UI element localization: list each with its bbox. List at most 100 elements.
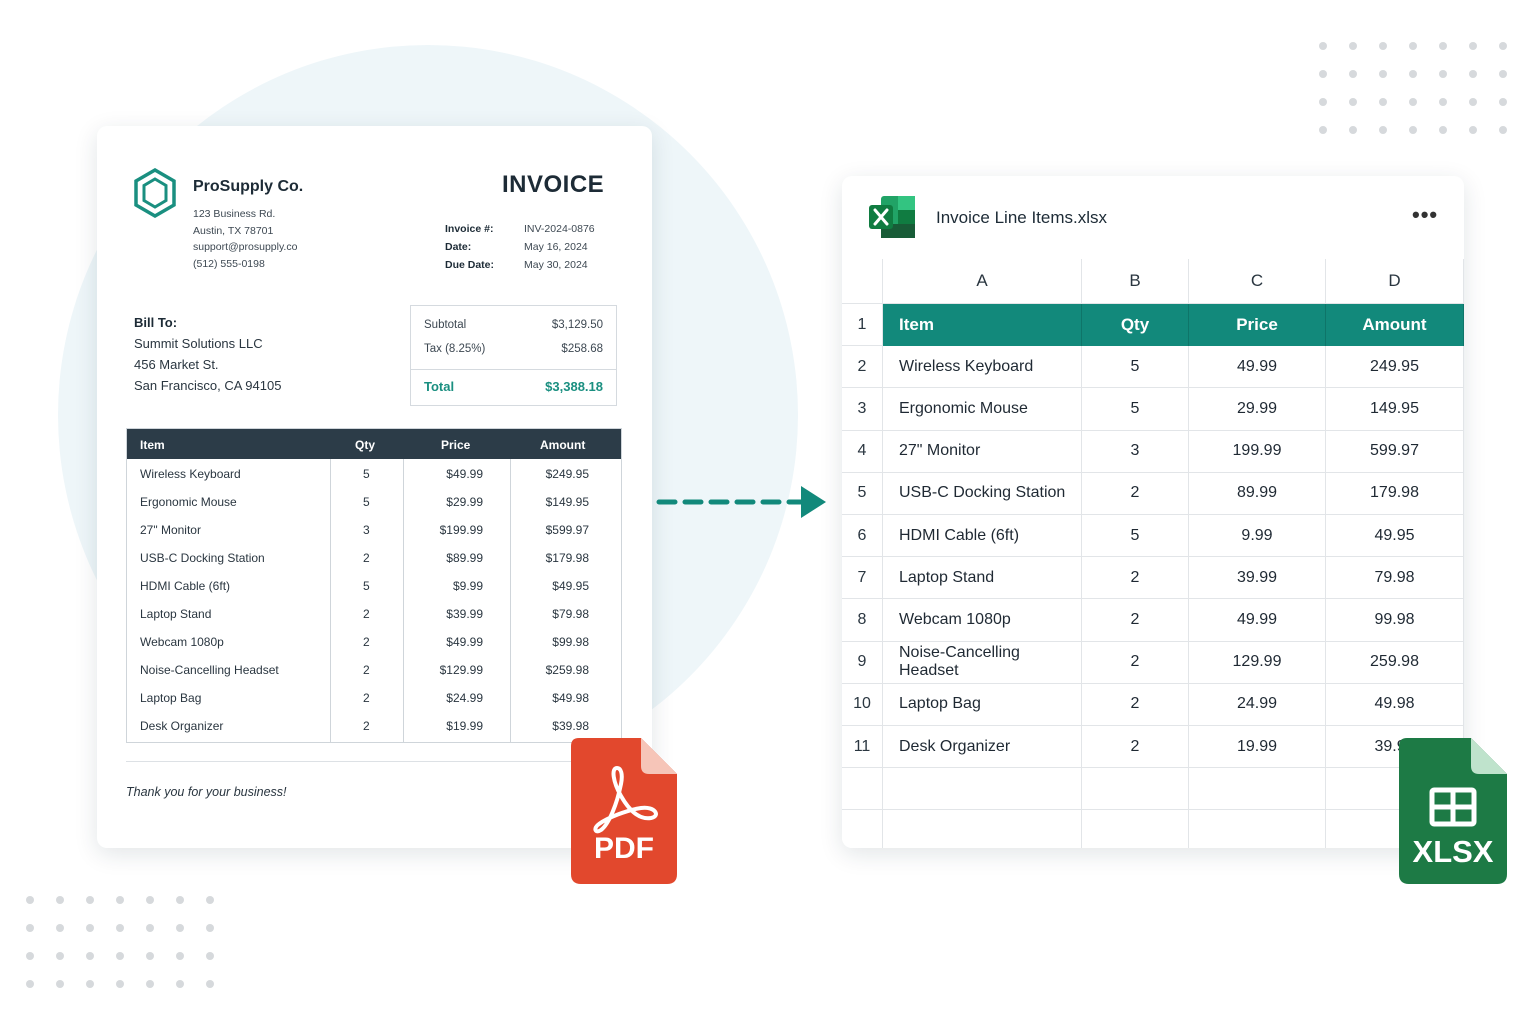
- column-letter[interactable]: C: [1189, 259, 1326, 304]
- decor-dot: [56, 896, 64, 904]
- decor-dot: [116, 896, 124, 904]
- grid-cell[interactable]: [883, 768, 1082, 811]
- grid-cell[interactable]: 3: [1082, 430, 1189, 473]
- more-options-button[interactable]: •••: [1412, 202, 1438, 228]
- grid-cell[interactable]: 129.99: [1189, 641, 1326, 684]
- row-number[interactable]: 6: [842, 515, 883, 558]
- grid-cell[interactable]: Desk Organizer: [883, 726, 1082, 769]
- grid-cell[interactable]: 2: [1082, 557, 1189, 600]
- table-cell: Noise-Cancelling Headset: [140, 663, 279, 677]
- grid-cell[interactable]: [1082, 810, 1189, 848]
- row-number[interactable]: 3: [842, 388, 883, 431]
- grid-cell[interactable]: 2: [1082, 683, 1189, 726]
- decor-dot: [1319, 70, 1327, 78]
- grid-cell[interactable]: 29.99: [1189, 388, 1326, 431]
- grid-cell[interactable]: 49.98: [1326, 683, 1464, 726]
- table-cell: $39.98: [552, 719, 589, 733]
- grid-cell[interactable]: 259.98: [1326, 641, 1464, 684]
- grid-cell[interactable]: 199.99: [1189, 430, 1326, 473]
- grid-cell[interactable]: Noise-Cancelling Headset: [883, 641, 1082, 684]
- grid-cell[interactable]: 179.98: [1326, 472, 1464, 515]
- row-number[interactable]: 8: [842, 599, 883, 642]
- decor-dot: [1379, 126, 1387, 134]
- table-cell: $19.99: [446, 719, 483, 733]
- grid-cell[interactable]: Laptop Bag: [883, 683, 1082, 726]
- row-number[interactable]: [842, 768, 883, 811]
- meta-key: Date:: [445, 241, 472, 253]
- column-header: Qty: [355, 438, 376, 452]
- bill-to-line: Summit Solutions LLC: [134, 336, 263, 351]
- row-number[interactable]: 11: [842, 726, 883, 769]
- header-cell[interactable]: Price: [1189, 304, 1326, 347]
- grid-cell[interactable]: [1189, 768, 1326, 811]
- grid-cell[interactable]: 9.99: [1189, 515, 1326, 558]
- row-number[interactable]: 1: [842, 304, 883, 347]
- grid-cell[interactable]: 27" Monitor: [883, 430, 1082, 473]
- address-line: Austin, TX 78701: [193, 224, 274, 237]
- meta-value: INV-2024-0876: [524, 223, 595, 235]
- grid-cell[interactable]: 39.99: [1189, 557, 1326, 600]
- grid-cell[interactable]: 2: [1082, 599, 1189, 642]
- totals-divider: [411, 369, 616, 370]
- bill-to: Bill To: Summit Solutions LLC 456 Market…: [134, 312, 281, 396]
- tax-label: Tax (8.25%): [424, 343, 486, 355]
- hexagon-logo-icon: [134, 168, 176, 218]
- header-cell[interactable]: Qty: [1082, 304, 1189, 347]
- decor-dot: [1439, 42, 1447, 50]
- address-line: 123 Business Rd.: [193, 208, 276, 220]
- header-cell[interactable]: Amount: [1326, 304, 1464, 347]
- footer-divider: [126, 761, 620, 762]
- meta-value: May 16, 2024: [524, 241, 588, 253]
- grid-cell[interactable]: HDMI Cable (6ft): [883, 515, 1082, 558]
- decor-dot: [86, 924, 94, 932]
- decor-dot: [1409, 70, 1417, 78]
- grid-cell[interactable]: [1082, 768, 1189, 811]
- grid-cell[interactable]: 89.99: [1189, 472, 1326, 515]
- grid-cell[interactable]: USB-C Docking Station: [883, 472, 1082, 515]
- table-cell: 2: [363, 663, 370, 677]
- grid-cell[interactable]: 2: [1082, 726, 1189, 769]
- grid-cell[interactable]: 99.98: [1326, 599, 1464, 642]
- decor-dot: [1469, 98, 1477, 106]
- row-number[interactable]: 4: [842, 430, 883, 473]
- grid-cell[interactable]: Webcam 1080p: [883, 599, 1082, 642]
- grid-cell[interactable]: 599.97: [1326, 430, 1464, 473]
- column-letter[interactable]: D: [1326, 259, 1464, 304]
- column-header: Price: [441, 438, 471, 452]
- grid-cell[interactable]: 5: [1082, 346, 1189, 389]
- grid-cell[interactable]: 2: [1082, 472, 1189, 515]
- grid-cell[interactable]: 19.99: [1189, 726, 1326, 769]
- header-cell[interactable]: Item: [883, 304, 1082, 347]
- grid-cell[interactable]: 249.95: [1326, 346, 1464, 389]
- grid-cell[interactable]: [883, 810, 1082, 848]
- grid-cell[interactable]: 49.95: [1326, 515, 1464, 558]
- column-letter[interactable]: A: [883, 259, 1082, 304]
- table-cell: Laptop Stand: [140, 607, 212, 621]
- decor-dot: [1319, 42, 1327, 50]
- column-letter[interactable]: B: [1082, 259, 1189, 304]
- grid-cell[interactable]: Ergonomic Mouse: [883, 388, 1082, 431]
- grid-cell[interactable]: [1189, 810, 1326, 848]
- row-number[interactable]: 2: [842, 346, 883, 389]
- grid-cell[interactable]: 5: [1082, 388, 1189, 431]
- table-cell: $599.97: [545, 523, 589, 537]
- row-number[interactable]: 7: [842, 557, 883, 600]
- row-number[interactable]: [842, 810, 883, 848]
- decor-dot: [1469, 42, 1477, 50]
- grid-cell[interactable]: Laptop Stand: [883, 557, 1082, 600]
- grid-cell[interactable]: Wireless Keyboard: [883, 346, 1082, 389]
- grid-cell[interactable]: 2: [1082, 641, 1189, 684]
- grid-cell[interactable]: 49.99: [1189, 599, 1326, 642]
- grid-cell[interactable]: 24.99: [1189, 683, 1326, 726]
- table-cell: $199.99: [439, 523, 483, 537]
- row-number[interactable]: 5: [842, 472, 883, 515]
- row-number[interactable]: 10: [842, 683, 883, 726]
- grid-cell[interactable]: 49.99: [1189, 346, 1326, 389]
- grid-cell[interactable]: 5: [1082, 515, 1189, 558]
- grid-cell[interactable]: 79.98: [1326, 557, 1464, 600]
- grid-cell[interactable]: 149.95: [1326, 388, 1464, 431]
- row-number[interactable]: 9: [842, 641, 883, 684]
- decor-dot: [1319, 126, 1327, 134]
- decor-dot: [1469, 70, 1477, 78]
- table-cell: HDMI Cable (6ft): [140, 579, 231, 593]
